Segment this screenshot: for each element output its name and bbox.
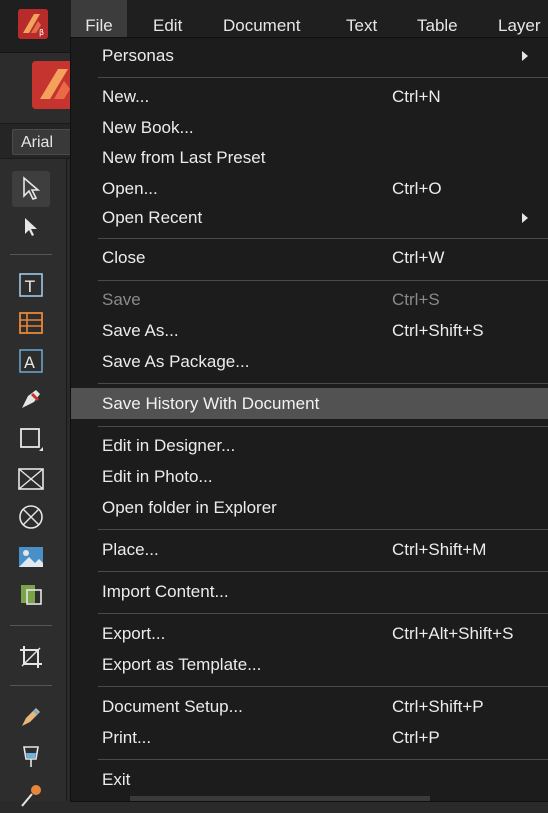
text-frame-tool-icon[interactable]: T (12, 267, 50, 303)
menu-item-shortcut: Ctrl+S (392, 290, 440, 309)
svg-text:β: β (39, 28, 44, 37)
menu-item-label: Save History With Document (102, 394, 320, 413)
menu-item-personas[interactable]: Personas (71, 40, 548, 71)
menu-item-label: New... (102, 87, 150, 106)
tool-separator (10, 625, 52, 626)
place-image-tool-icon[interactable] (12, 539, 50, 575)
menu-separator (98, 426, 548, 427)
crop-tool-icon[interactable] (12, 639, 50, 675)
menu-item-label: New Book... (102, 118, 194, 137)
horizontal-scrollbar[interactable] (130, 796, 430, 801)
menu-item-label: Edit in Photo... (102, 467, 213, 486)
menu-item-export-as-template[interactable]: Export as Template... (71, 649, 548, 680)
pencil-tool-icon[interactable] (12, 699, 50, 735)
menu-item-export[interactable]: Export... Ctrl+Alt+Shift+S (71, 618, 548, 649)
menu-item-label: Open folder in Explorer (102, 498, 277, 517)
vector-crop-tool-icon[interactable] (12, 577, 50, 613)
menu-item-label: New from Last Preset (102, 148, 266, 167)
menu-item-open-folder-in-explorer[interactable]: Open folder in Explorer (71, 492, 548, 523)
svg-text:T: T (24, 277, 35, 296)
menu-separator (98, 571, 548, 572)
menu-separator (98, 383, 548, 384)
menu-item-shortcut: Ctrl+O (392, 179, 442, 198)
menu-item-new-book[interactable]: New Book... (71, 112, 548, 143)
picture-frame-tool-icon[interactable] (12, 461, 50, 497)
menu-item-close[interactable]: Close Ctrl+W (71, 242, 548, 273)
menu-item-label: Close (102, 248, 146, 267)
menu-item-shortcut: Ctrl+W (392, 248, 445, 267)
menu-item-place[interactable]: Place... Ctrl+Shift+M (71, 534, 548, 565)
menu-item-label: Save As Package... (102, 352, 250, 371)
tools-panel: T A (0, 159, 67, 807)
menu-item-import-content[interactable]: Import Content... (71, 576, 548, 607)
menu-item-label: Open... (102, 179, 158, 198)
menu-item-edit-in-designer[interactable]: Edit in Designer... (71, 430, 548, 461)
menu-item-open[interactable]: Open... Ctrl+O (71, 173, 548, 204)
menu-item-shortcut: Ctrl+N (392, 87, 441, 106)
menu-item-edit-in-photo[interactable]: Edit in Photo... (71, 461, 548, 492)
menu-item-label: Import Content... (102, 582, 229, 601)
file-menu: Personas New... Ctrl+N New Book... New f… (71, 38, 548, 801)
menu-separator (98, 759, 548, 760)
menu-item-shortcut: Ctrl+Shift+P (392, 697, 484, 716)
menu-item-new-from-last-preset[interactable]: New from Last Preset (71, 142, 548, 173)
table-tool-icon[interactable] (12, 305, 50, 341)
menu-item-open-recent[interactable]: Open Recent (71, 202, 548, 233)
menu-item-save-as-package[interactable]: Save As Package... (71, 346, 548, 377)
menu-item-document-setup[interactable]: Document Setup... Ctrl+Shift+P (71, 691, 548, 722)
menu-item-save[interactable]: Save Ctrl+S (71, 284, 548, 315)
menu-item-label: Personas (102, 46, 174, 65)
menu-separator (98, 686, 548, 687)
menu-item-label: Export... (102, 624, 166, 643)
menu-item-new[interactable]: New... Ctrl+N (71, 81, 548, 112)
submenu-arrow-icon (522, 213, 528, 223)
svg-text:A: A (24, 353, 35, 372)
menu-item-label: Print... (102, 728, 152, 747)
submenu-arrow-icon (522, 51, 528, 61)
menu-separator (98, 238, 548, 239)
menu-separator (98, 77, 548, 78)
color-picker-tool-icon[interactable] (12, 777, 50, 813)
menu-item-label: Place... (102, 540, 159, 559)
menu-item-shortcut: Ctrl+Shift+S (392, 321, 484, 340)
menu-item-label: Exit (102, 770, 131, 789)
menu-item-label: Edit in Designer... (102, 436, 236, 455)
menu-item-shortcut: Ctrl+Alt+Shift+S (392, 624, 514, 643)
move-tool-icon[interactable] (12, 171, 50, 207)
menu-separator (98, 613, 548, 614)
menu-separator (98, 280, 548, 281)
menu-item-label: Save (102, 290, 141, 309)
menu-item-label: Export as Template... (102, 655, 262, 674)
pen-tool-icon[interactable] (12, 381, 50, 417)
menu-item-exit[interactable]: Exit (71, 764, 548, 795)
menu-item-shortcut: Ctrl+P (392, 728, 440, 747)
app-logo-icon[interactable]: β (18, 9, 48, 39)
menu-item-save-as[interactable]: Save As... Ctrl+Shift+S (71, 315, 548, 346)
node-tool-icon[interactable] (12, 209, 50, 245)
menu-item-print[interactable]: Print... Ctrl+P (71, 722, 548, 753)
menu-item-label: Document Setup... (102, 697, 243, 716)
menu-item-shortcut: Ctrl+Shift+M (392, 540, 487, 559)
menu-item-label: Save As... (102, 321, 179, 340)
fill-tool-icon[interactable] (12, 739, 50, 775)
ellipse-frame-tool-icon[interactable] (12, 499, 50, 535)
artistic-text-tool-icon[interactable]: A (12, 343, 50, 379)
menu-item-save-history-with-document[interactable]: Save History With Document (71, 388, 548, 419)
menu-separator (98, 529, 548, 530)
tool-separator (10, 254, 52, 255)
tool-separator (10, 685, 52, 686)
rectangle-tool-icon[interactable] (12, 421, 50, 457)
menu-item-label: Open Recent (102, 208, 203, 227)
